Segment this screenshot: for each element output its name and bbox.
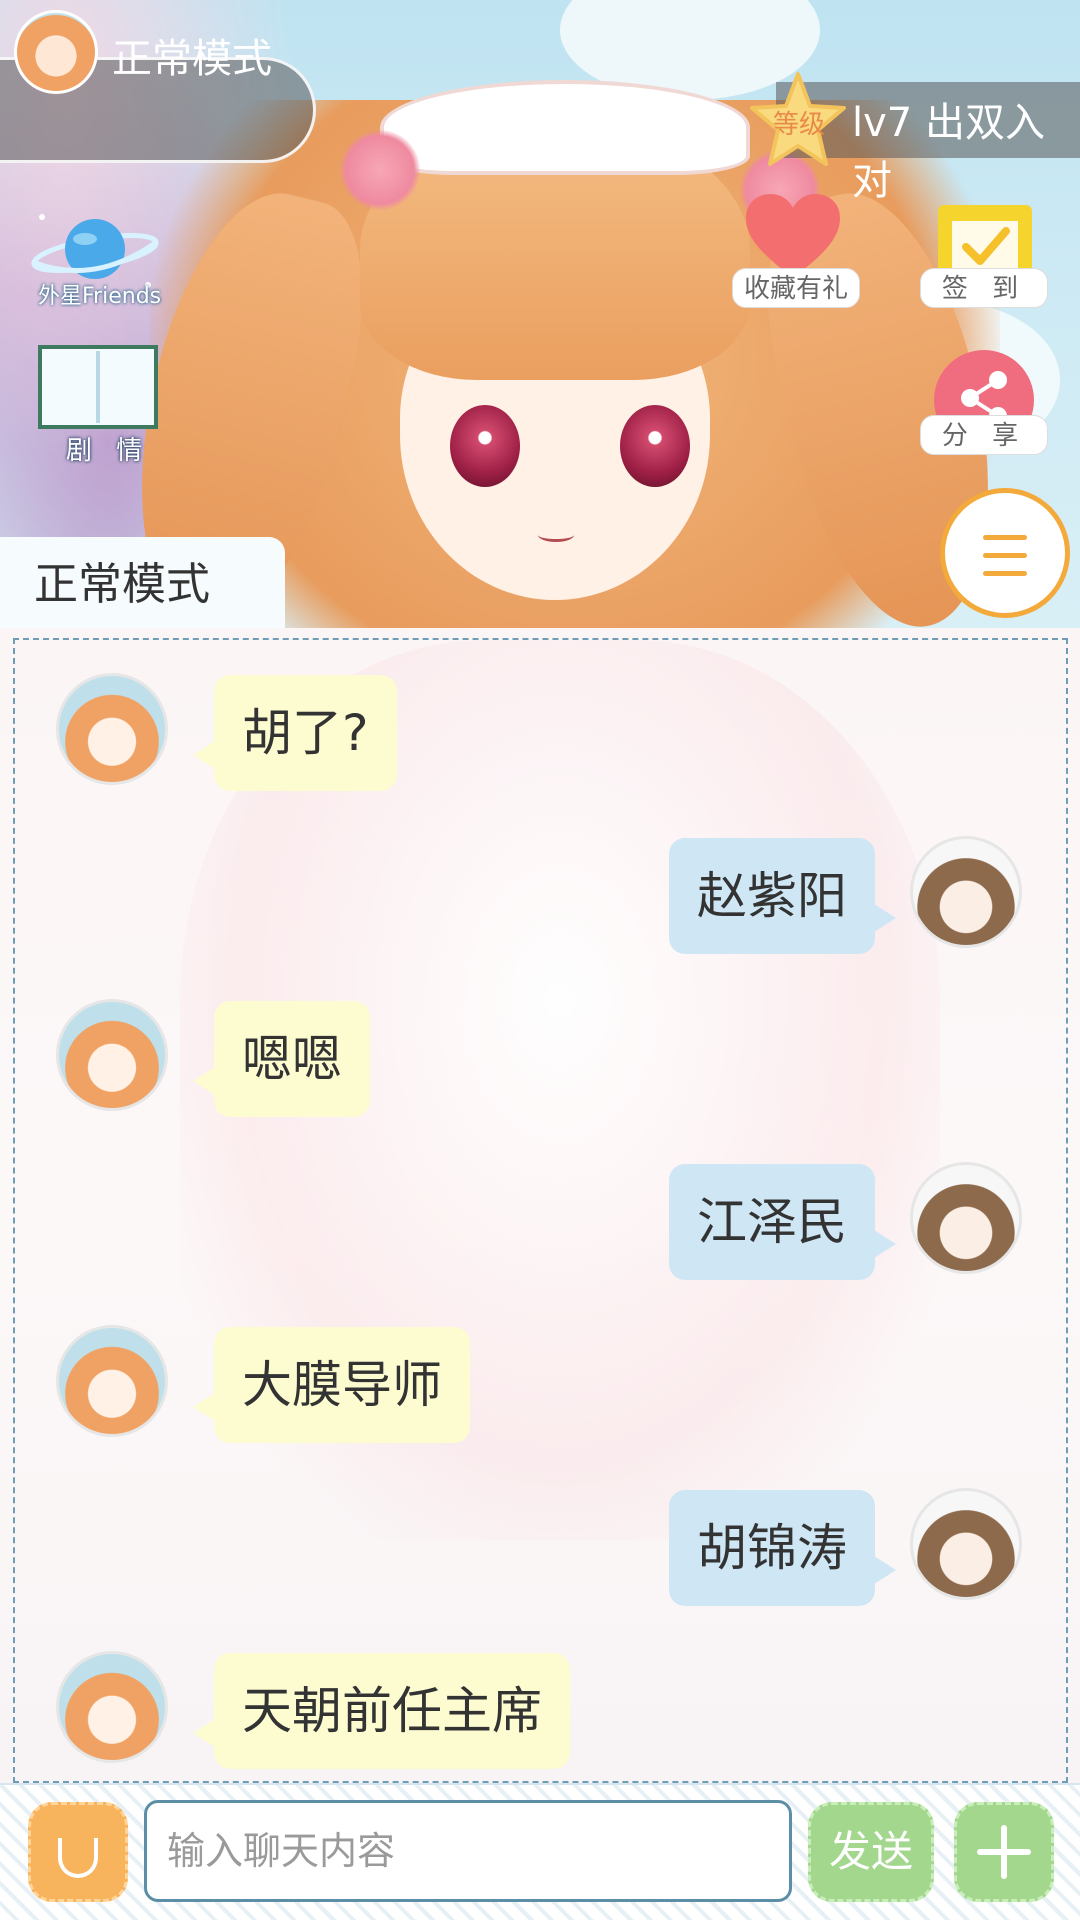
- share-button[interactable]: 分 享: [920, 415, 1048, 455]
- bubble-tail: [193, 1393, 215, 1421]
- bubble-tail: [874, 1230, 896, 1258]
- bubble-tail: [193, 1719, 215, 1747]
- character-avatar-small[interactable]: [14, 10, 98, 94]
- character-avatar[interactable]: [56, 673, 168, 785]
- character-avatar[interactable]: [56, 1651, 168, 1763]
- bubble-tail: [193, 1067, 215, 1095]
- chat-message-bubble[interactable]: 胡了?: [214, 675, 397, 791]
- plus-icon[interactable]: [954, 1802, 1054, 1902]
- bubble-tail: [874, 1556, 896, 1584]
- character-avatar[interactable]: [56, 999, 168, 1111]
- chat-message-bubble[interactable]: 大膜导师: [214, 1327, 470, 1443]
- hamburger-menu-icon[interactable]: [940, 488, 1070, 618]
- mode-tab-label: 正常模式: [34, 559, 210, 610]
- character-mouth: [538, 528, 574, 542]
- character-eye-right: [620, 405, 690, 487]
- favorite-button[interactable]: 收藏有礼: [732, 268, 860, 308]
- user-avatar[interactable]: [910, 836, 1022, 948]
- flower-ornament: [340, 130, 420, 210]
- emoji-face-icon: [58, 1838, 98, 1878]
- mode-status-label: 正常模式: [112, 36, 272, 82]
- bubble-tail: [874, 904, 896, 932]
- chat-message-bubble[interactable]: 赵紫阳: [669, 838, 875, 954]
- send-button[interactable]: 发送: [808, 1802, 934, 1902]
- level-text: lv7 出双入对: [852, 100, 1045, 204]
- chat-message-bubble[interactable]: 胡锦涛: [669, 1490, 875, 1606]
- maid-headband: [380, 80, 750, 175]
- user-avatar[interactable]: [910, 1488, 1022, 1600]
- chat-message-bubble[interactable]: 天朝前任主席: [214, 1653, 570, 1769]
- bubble-tail: [193, 741, 215, 769]
- friends-label[interactable]: 外星Friends: [38, 278, 161, 310]
- user-avatar[interactable]: [910, 1162, 1022, 1274]
- level-badge-label: 等级: [772, 110, 825, 140]
- chat-message-bubble[interactable]: 江泽民: [669, 1164, 875, 1280]
- story-label[interactable]: 剧 情: [66, 430, 150, 467]
- character-avatar[interactable]: [56, 1325, 168, 1437]
- character-eye-left: [450, 405, 520, 487]
- chat-message-bubble[interactable]: 嗯嗯: [214, 1001, 370, 1117]
- chat-input[interactable]: [144, 1800, 792, 1902]
- checkin-button[interactable]: 签 到: [920, 268, 1048, 308]
- story-book-icon[interactable]: [38, 345, 158, 429]
